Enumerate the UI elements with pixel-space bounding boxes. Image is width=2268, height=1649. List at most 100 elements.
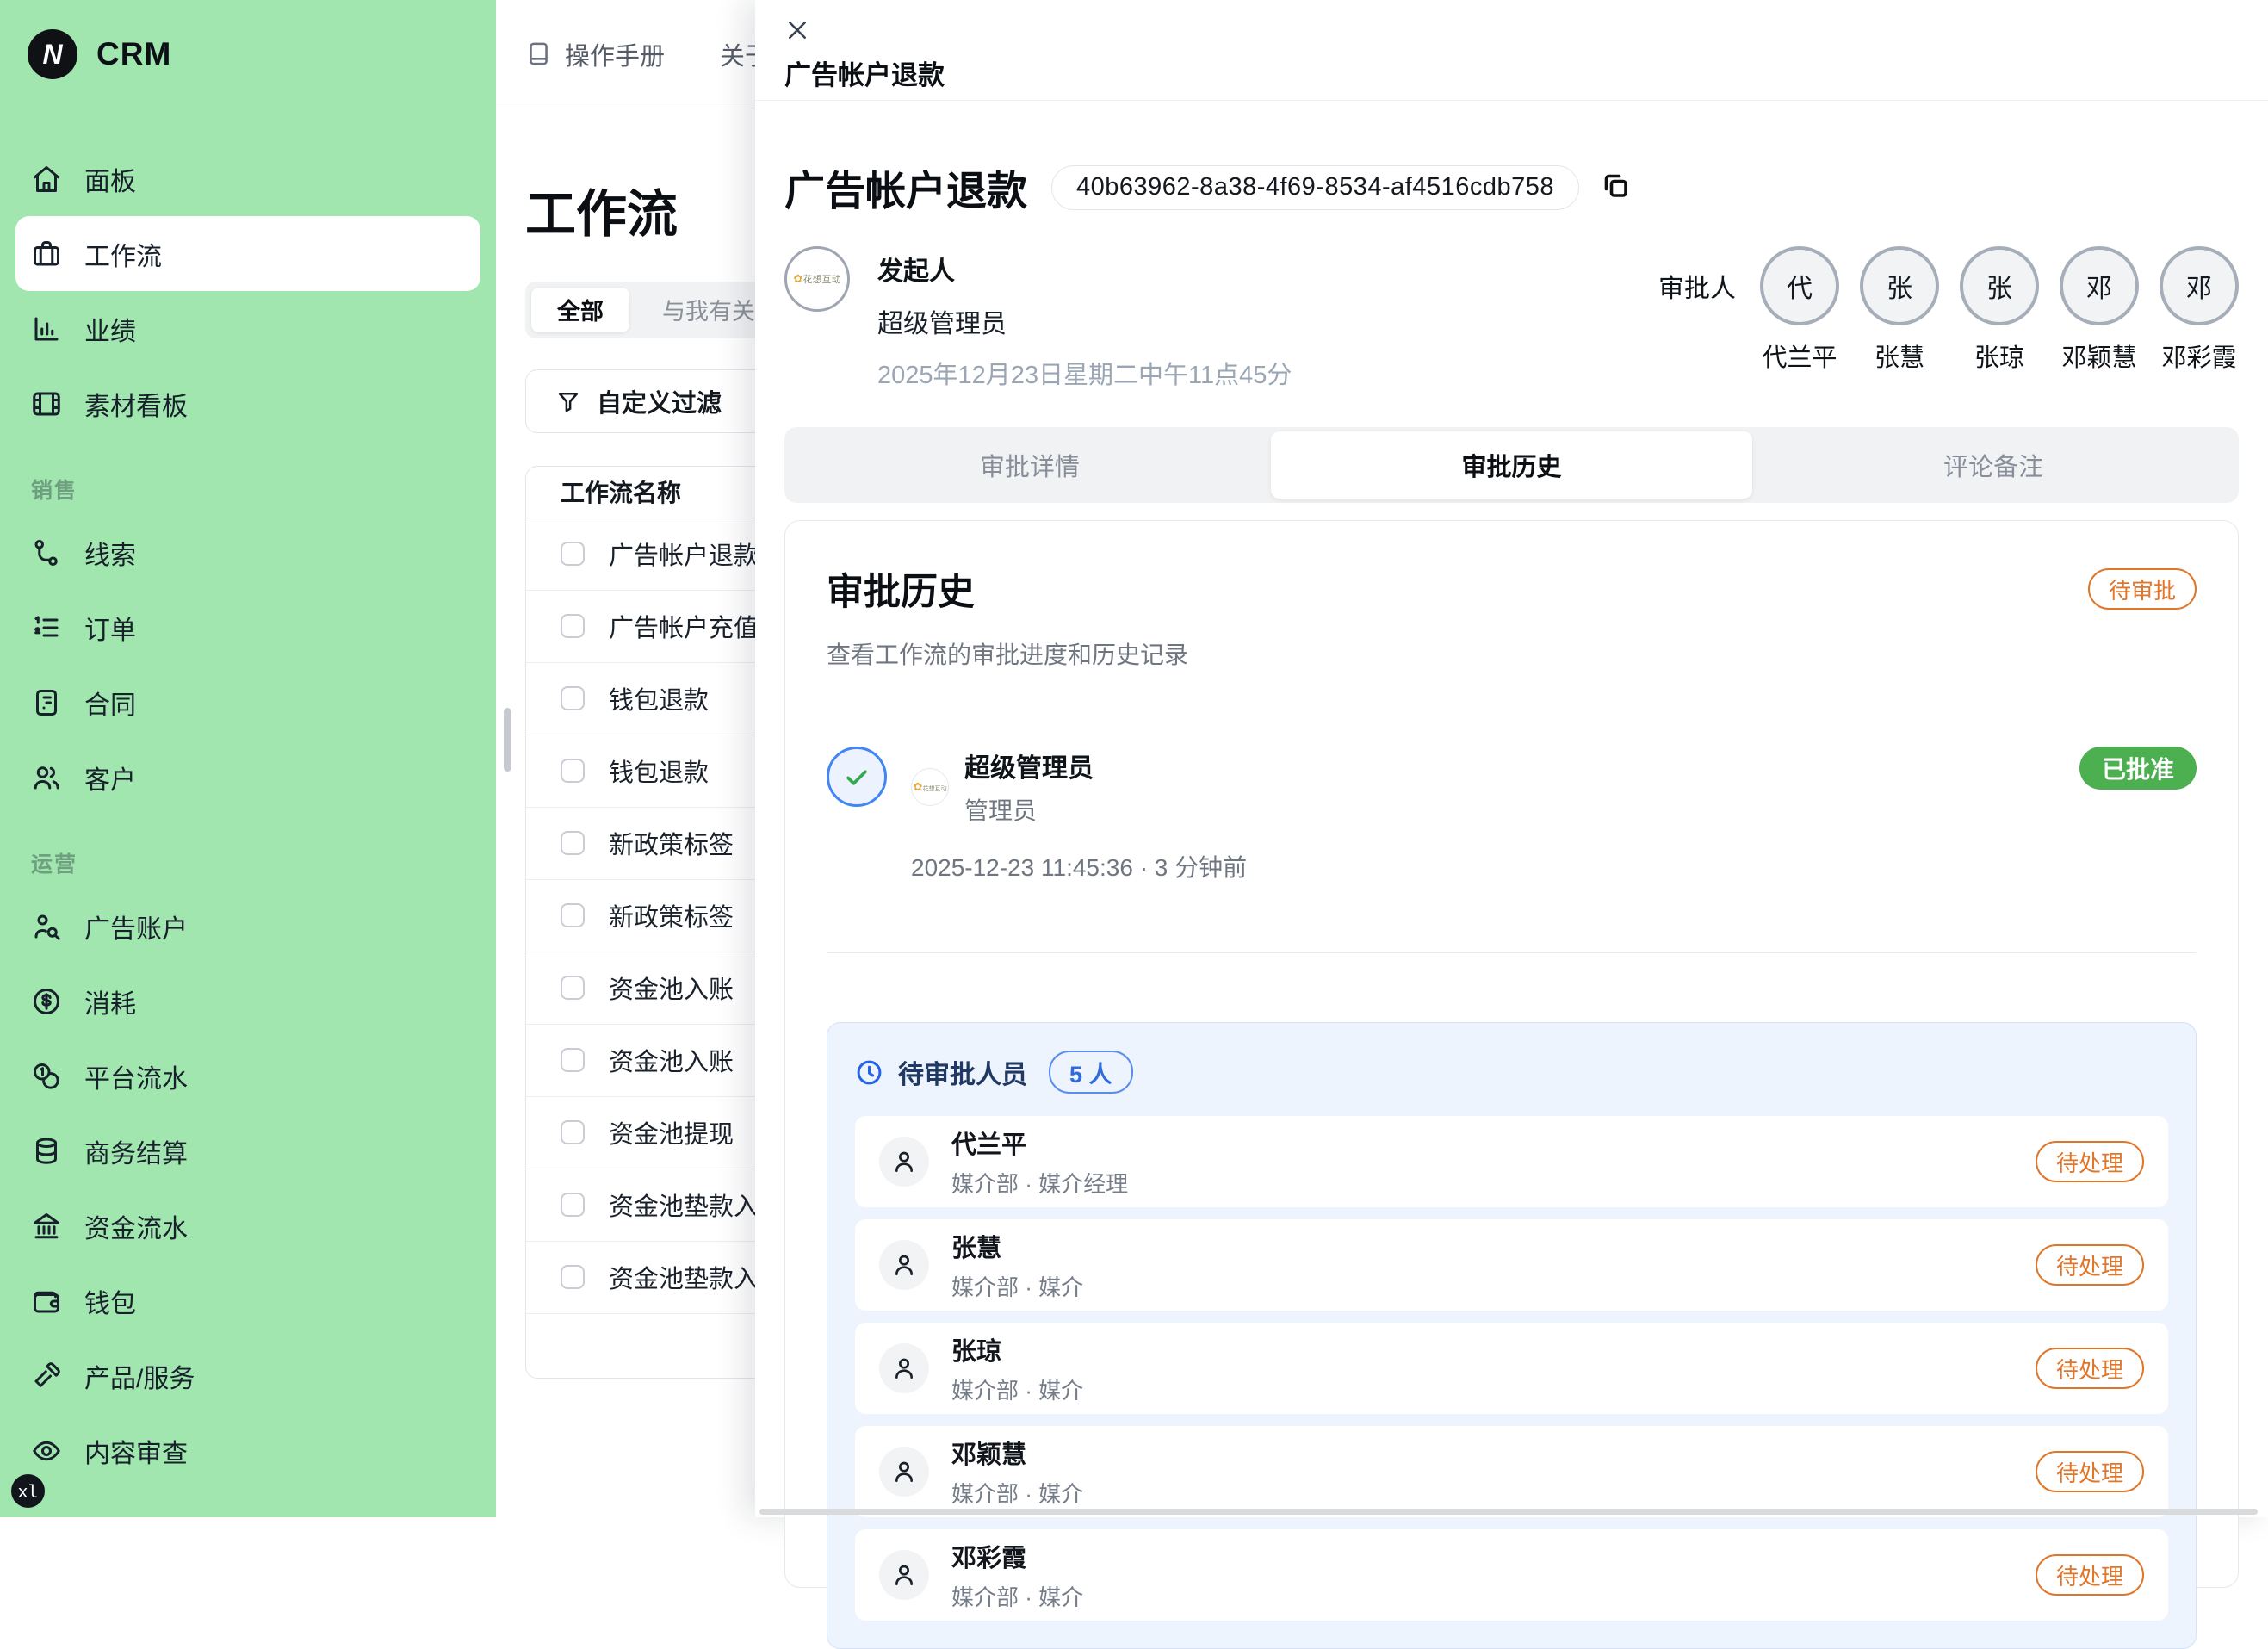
- row-checkbox[interactable]: [561, 903, 585, 927]
- bank-icon: [31, 1211, 62, 1242]
- tab-approval-history[interactable]: 审批历史: [1271, 431, 1753, 499]
- sidebar-item-label: 商务结算: [84, 1132, 188, 1170]
- person-info: 邓颖慧 媒介部 · 媒介: [951, 1435, 1083, 1509]
- pending-title: 待审批人员: [898, 1053, 1027, 1091]
- row-checkbox[interactable]: [561, 1120, 585, 1144]
- drawer-header-title: 广告帐户退款: [784, 53, 2239, 92]
- person-avatar: [879, 1343, 929, 1393]
- pending-approver-row[interactable]: 代兰平 媒介部 · 媒介经理 待处理: [855, 1116, 2168, 1207]
- initiator-block: ✿花想互动 发起人 超级管理员 2025年12月23日星期二中午11点45分: [784, 246, 1292, 391]
- workflow-branch-icon: [31, 537, 62, 568]
- record-uuid-badge: 40b63962-8a38-4f69-8534-af4516cdb758: [1051, 165, 1579, 210]
- sidebar-item-label: 业绩: [84, 310, 136, 348]
- sidebar-item-content-review[interactable]: 内容审查: [0, 1413, 496, 1488]
- copy-button[interactable]: [1600, 170, 1631, 205]
- row-checkbox[interactable]: [561, 759, 585, 783]
- record-title-row: 广告帐户退款 40b63962-8a38-4f69-8534-af4516cdb…: [784, 158, 2239, 217]
- row-checkbox[interactable]: [561, 614, 585, 638]
- brand-name: CRM: [96, 36, 171, 72]
- wallet-icon: [31, 1286, 62, 1317]
- sidebar-item-spend[interactable]: 消耗: [0, 964, 496, 1038]
- user-search-icon: [31, 911, 62, 942]
- sidebar: N CRM 面板 工作流 业绩 素材看板 销售 线索 订单: [0, 0, 496, 1517]
- approver-name: 张慧: [1875, 338, 1924, 374]
- sidebar-item-label: 广告账户: [84, 908, 188, 945]
- initiator-label: 发起人: [877, 250, 1292, 288]
- sidebar-item-label: 平台流水: [84, 1057, 188, 1095]
- pending-approvers-box: 待审批人员 5 人 代兰平 媒介部 · 媒介经理: [827, 1022, 2197, 1649]
- sidebar-item-label: 内容审查: [84, 1432, 188, 1470]
- pending-count-badge: 5 人: [1049, 1051, 1133, 1094]
- person-name: 邓彩霞: [951, 1538, 1083, 1574]
- sidebar-item-platform-flow[interactable]: 平台流水: [0, 1038, 496, 1113]
- custom-filter-label: 自定义过滤: [597, 383, 722, 419]
- sidebar-item-performance[interactable]: 业绩: [0, 291, 496, 366]
- initiator-name: 超级管理员: [877, 302, 1292, 340]
- row-checkbox[interactable]: [561, 1265, 585, 1289]
- sidebar-item-dashboard[interactable]: 面板: [0, 141, 496, 216]
- row-checkbox[interactable]: [561, 1048, 585, 1072]
- film-icon: [31, 388, 62, 419]
- briefcase-icon: [31, 239, 62, 270]
- approver-name: 张琼: [1974, 338, 2024, 374]
- copy-icon: [1600, 170, 1631, 201]
- sidebar-item-label: 面板: [84, 160, 136, 198]
- sidebar-item-fund-flow[interactable]: 资金流水: [0, 1188, 496, 1263]
- approvers-block: 审批人 代 代兰平 张 张慧: [1658, 246, 2239, 374]
- approver[interactable]: 代 代兰平: [1760, 246, 1839, 374]
- close-button[interactable]: [784, 17, 812, 45]
- row-checkbox[interactable]: [561, 831, 585, 855]
- company-logo-text: ✿花想互动: [794, 272, 841, 286]
- pending-approver-row[interactable]: 邓颖慧 媒介部 · 媒介 待处理: [855, 1426, 2168, 1517]
- user-avatar-badge[interactable]: xl: [11, 1474, 45, 1508]
- person-info: 代兰平 媒介部 · 媒介经理: [951, 1125, 1128, 1199]
- sidebar-item-ad-accounts[interactable]: 广告账户: [0, 889, 496, 964]
- approved-entry: ✿花想互动 超级管理员 管理员 2025-12-23 11:45:36 · 3 …: [827, 747, 2197, 883]
- tab-all[interactable]: 全部: [531, 288, 629, 332]
- status-badge: 待审批: [2088, 568, 2197, 610]
- row-checkbox[interactable]: [561, 686, 585, 710]
- row-checkbox[interactable]: [561, 542, 585, 566]
- pending-status-badge: 待处理: [2036, 1554, 2144, 1596]
- sidebar-item-customers[interactable]: 客户: [0, 740, 496, 815]
- person-icon: [890, 1355, 918, 1382]
- person-name: 邓颖慧: [951, 1435, 1083, 1471]
- sidebar-item-leads[interactable]: 线索: [0, 515, 496, 590]
- pending-approver-row[interactable]: 张慧 媒介部 · 媒介 待处理: [855, 1219, 2168, 1311]
- approvers-list: 代 代兰平 张 张慧 张 张琼: [1760, 246, 2239, 374]
- sidebar-item-label: 资金流水: [84, 1207, 188, 1245]
- history-title: 审批历史: [827, 562, 975, 616]
- sidebar-section-sales: 销售: [0, 463, 496, 515]
- sidebar-item-orders[interactable]: 订单: [0, 590, 496, 665]
- pending-approver-row[interactable]: 张琼 媒介部 · 媒介 待处理: [855, 1323, 2168, 1414]
- scrollbar-thumb[interactable]: [504, 708, 511, 772]
- tab-comments[interactable]: 评论备注: [1752, 431, 2234, 499]
- person-avatar: [879, 1137, 929, 1187]
- horizontal-scrollbar[interactable]: [759, 1509, 2258, 1515]
- row-checkbox[interactable]: [561, 1193, 585, 1217]
- approver[interactable]: 张 张慧: [1860, 246, 1939, 374]
- approver[interactable]: 邓 邓彩霞: [2160, 246, 2239, 374]
- approver-avatar: 张: [1960, 246, 2039, 325]
- sidebar-item-workflow[interactable]: 工作流: [15, 216, 480, 291]
- approver[interactable]: 张 张琼: [1960, 246, 2039, 374]
- detail-drawer: 广告帐户退款 广告帐户退款 40b63962-8a38-4f69-8534-af…: [755, 0, 2268, 1517]
- sidebar-item-label: 素材看板: [84, 385, 188, 423]
- sidebar-item-contracts[interactable]: 合同: [0, 665, 496, 740]
- initiator-company-logo: ✿花想互动: [784, 246, 850, 312]
- manual-link[interactable]: 操作手册: [525, 36, 665, 72]
- sidebar-item-wallet[interactable]: 钱包: [0, 1263, 496, 1338]
- manual-label: 操作手册: [565, 36, 665, 72]
- person-icon: [890, 1251, 918, 1279]
- sidebar-item-business-settlement[interactable]: 商务结算: [0, 1113, 496, 1188]
- row-checkbox[interactable]: [561, 976, 585, 1000]
- approver[interactable]: 邓 邓颖慧: [2060, 246, 2139, 374]
- sidebar-item-material-board[interactable]: 素材看板: [0, 366, 496, 441]
- sidebar-item-label: 产品/服务: [84, 1357, 195, 1395]
- tab-approval-detail[interactable]: 审批详情: [789, 431, 1271, 499]
- users-icon: [31, 762, 62, 793]
- company-logo-text-small: ✿花想互动: [914, 780, 947, 794]
- pending-approver-row[interactable]: 邓彩霞 媒介部 · 媒介 待处理: [855, 1529, 2168, 1621]
- approved-check-circle: [827, 747, 887, 807]
- sidebar-item-products[interactable]: 产品/服务: [0, 1338, 496, 1413]
